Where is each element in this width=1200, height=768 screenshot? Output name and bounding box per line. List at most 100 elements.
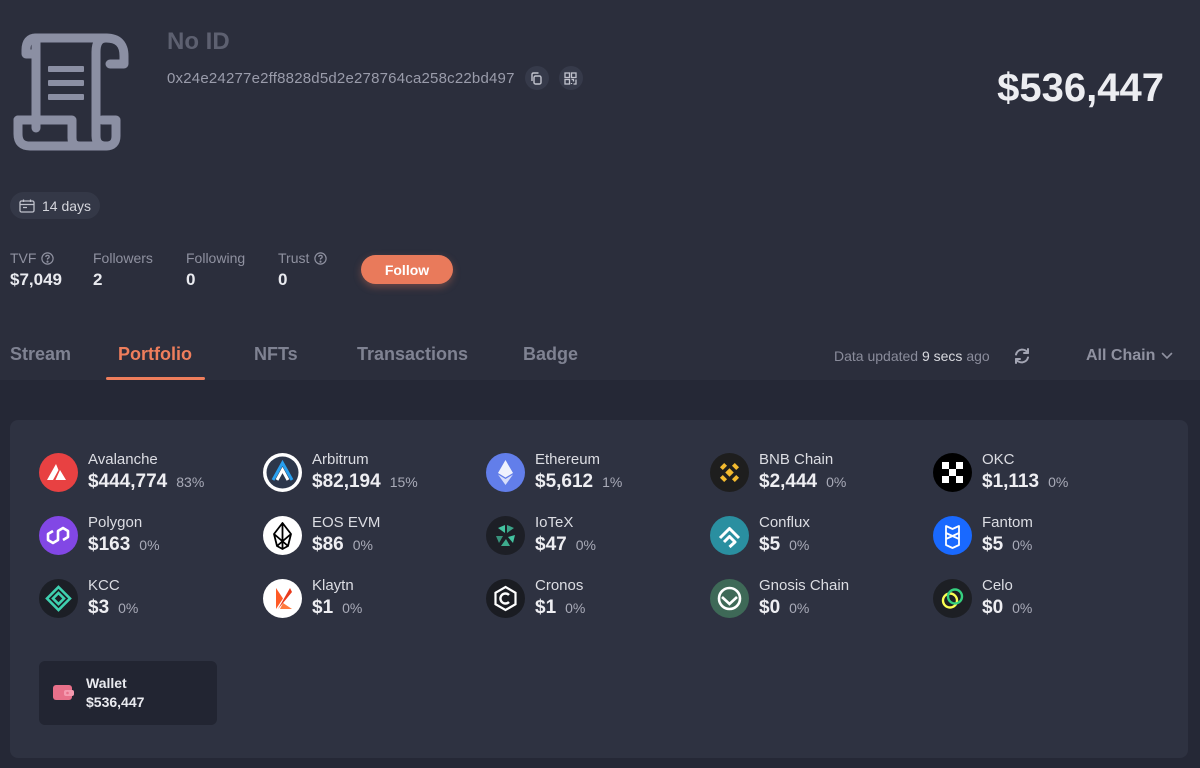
tab-transactions[interactable]: Transactions	[357, 344, 468, 365]
chain-filter-label: All Chain	[1086, 347, 1156, 364]
total-balance: $536,447	[997, 66, 1164, 110]
chain-item-bnb-chain[interactable]: BNB Chain $2,444 0%	[710, 450, 930, 494]
profile-header: No ID 0x24e24277e2ff8828d5d2e278764ca258…	[0, 0, 1200, 380]
bnb-icon	[710, 452, 749, 492]
chain-name: EOS EVM	[312, 514, 381, 531]
stat-label: TVF	[10, 250, 37, 266]
chain-percent: 0%	[789, 600, 810, 616]
stat-following[interactable]: Following 0	[186, 249, 248, 290]
tab-portfolio[interactable]: Portfolio	[118, 344, 192, 365]
stat-value: $7,049	[10, 270, 62, 289]
stats-row: TVF $7,049 Followers 2 Following 0 Trust	[10, 249, 368, 290]
chain-item-ethereum[interactable]: Ethereum $5,612 1%	[486, 450, 706, 494]
chain-value: $2,444	[759, 471, 818, 492]
stat-label: Followers	[93, 250, 153, 266]
wallet-address: 0x24e24277e2ff8828d5d2e278764ca258c22bd4…	[167, 69, 515, 87]
portfolio-content: Avalanche $444,774 83% Arbitrum $82,194 15…	[0, 380, 1200, 768]
chain-name: Polygon	[88, 514, 143, 531]
chain-name: Fantom	[982, 514, 1033, 531]
data-updated-status: Data updated 9 secs ago	[834, 348, 990, 364]
chain-item-kcc[interactable]: KCC $3 0%	[39, 576, 259, 620]
chain-item-eos-evm[interactable]: EOS EVM $86 0%	[263, 513, 483, 557]
chain-name: KCC	[88, 577, 120, 594]
iotex-icon	[486, 515, 525, 555]
chain-filter-dropdown[interactable]: All Chain	[1086, 347, 1173, 365]
updated-suffix: ago	[966, 348, 990, 364]
chain-value: $1,113	[982, 471, 1040, 492]
chain-item-conflux[interactable]: Conflux $5 0%	[710, 513, 930, 557]
chain-item-polygon[interactable]: Polygon $163 0%	[39, 513, 259, 557]
scroll-avatar-icon	[12, 28, 134, 152]
chain-name: Ethereum	[535, 451, 601, 468]
account-age-badge: 14 days	[10, 192, 101, 219]
chain-value: $1	[312, 597, 334, 618]
wallet-label: Wallet	[86, 675, 127, 691]
chain-item-fantom[interactable]: Fantom $5 0%	[933, 513, 1153, 557]
chain-value: $0	[759, 597, 781, 618]
chain-percent: 0%	[826, 474, 847, 490]
chain-value: $163	[88, 534, 131, 555]
chain-item-iotex[interactable]: IoTeX $47 0%	[486, 513, 706, 557]
stat-value: 2	[93, 270, 103, 289]
chain-name: Gnosis Chain	[759, 577, 850, 594]
stat-value: 0	[186, 270, 196, 289]
chain-item-gnosis-chain[interactable]: Gnosis Chain $0 0%	[710, 576, 930, 620]
chain-value: $3	[88, 597, 110, 618]
chain-percent: 0%	[565, 600, 586, 616]
chain-name: Avalanche	[88, 451, 158, 468]
chain-percent: 0%	[139, 537, 160, 553]
stat-tvf: TVF $7,049	[10, 249, 63, 290]
chain-percent: 0%	[118, 600, 139, 616]
tab-stream[interactable]: Stream	[10, 344, 71, 365]
wallet-card[interactable]: Wallet $536,447	[39, 661, 217, 725]
follow-button[interactable]: Follow	[361, 255, 453, 284]
profile-name: No ID	[167, 28, 230, 55]
chain-percent: 0%	[1012, 537, 1033, 553]
chain-percent: 0%	[1048, 474, 1069, 490]
chain-value: $1	[535, 597, 557, 618]
okc-icon	[933, 452, 972, 492]
arbitrum-icon	[263, 452, 302, 492]
cronos-icon	[486, 578, 525, 618]
chevron-down-icon	[1162, 352, 1173, 360]
stat-followers[interactable]: Followers 2	[93, 249, 156, 290]
chain-value: $82,194	[312, 471, 381, 492]
chain-item-okc[interactable]: OKC $1,113 0%	[933, 450, 1153, 494]
chain-percent: 1%	[602, 474, 623, 490]
chain-percent: 0%	[352, 537, 373, 553]
address-row: 0x24e24277e2ff8828d5d2e278764ca258c22bd4…	[167, 66, 583, 90]
chain-name: Cronos	[535, 577, 584, 594]
help-circle-icon[interactable]	[41, 251, 55, 265]
qr-code-icon[interactable]	[558, 66, 583, 90]
tab-nfts[interactable]: NFTs	[254, 344, 298, 365]
tab-bar: Stream Portfolio NFTs Transactions Badge…	[0, 330, 1200, 380]
chain-item-cronos[interactable]: Cronos $1 0%	[486, 576, 706, 620]
celo-icon	[933, 578, 972, 618]
chain-name: BNB Chain	[759, 451, 834, 468]
help-circle-icon[interactable]	[314, 251, 328, 265]
stat-value: 0	[278, 270, 288, 289]
chain-value: $444,774	[88, 471, 168, 492]
chain-item-avalanche[interactable]: Avalanche $444,774 83%	[39, 450, 259, 494]
refresh-icon[interactable]	[1012, 346, 1032, 366]
gnosis-icon	[710, 578, 749, 618]
chain-percent: 0%	[575, 537, 596, 553]
avalanche-icon	[39, 452, 78, 492]
fantom-icon	[933, 515, 972, 555]
stat-trust: Trust 0	[278, 249, 338, 290]
chain-item-celo[interactable]: Celo $0 0%	[933, 576, 1153, 620]
chain-overview-panel: Avalanche $444,774 83% Arbitrum $82,194 15…	[10, 420, 1188, 758]
chain-percent: 0%	[1012, 600, 1033, 616]
chain-item-klaytn[interactable]: Klaytn $1 0%	[263, 576, 483, 620]
chain-item-arbitrum[interactable]: Arbitrum $82,194 15%	[263, 450, 483, 494]
tab-badge[interactable]: Badge	[523, 344, 578, 365]
kcc-icon	[39, 578, 78, 618]
chain-value: $0	[982, 597, 1004, 618]
account-age-text: 14 days	[42, 197, 92, 214]
copy-icon[interactable]	[524, 66, 549, 90]
chain-value: $5	[759, 534, 781, 555]
chain-name: Conflux	[759, 514, 810, 531]
updated-prefix: Data updated	[834, 348, 919, 364]
calendar-icon	[19, 199, 35, 213]
conflux-icon	[710, 515, 749, 555]
